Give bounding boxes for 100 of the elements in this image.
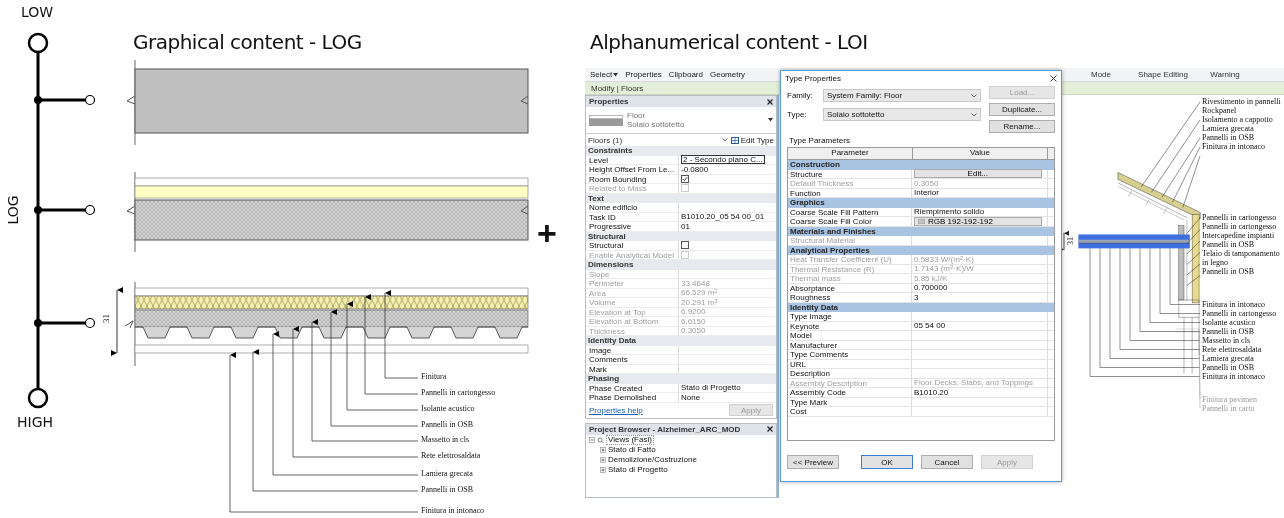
parameter-name: Structure bbox=[788, 169, 912, 178]
property-name: Height Offset From Le... bbox=[586, 165, 679, 174]
low-label: LOW bbox=[21, 4, 54, 20]
property-name: Nome edificio bbox=[586, 203, 679, 212]
field-label: Type: bbox=[787, 110, 808, 119]
dimension-line bbox=[111, 287, 123, 356]
property-name: Structural bbox=[586, 241, 679, 250]
ribbon-panel-label: Mode bbox=[1090, 70, 1112, 79]
expander-icon bbox=[600, 456, 606, 463]
high-label: HIGH bbox=[17, 414, 54, 430]
ribbon-panel-button[interactable]: Select bbox=[590, 70, 619, 79]
column-header[interactable]: Value bbox=[913, 148, 1048, 159]
expander-icon bbox=[600, 446, 606, 453]
parameter-value: 3 bbox=[914, 292, 919, 302]
layer-label: Lamiera grecata bbox=[421, 469, 473, 478]
group-header[interactable]: Text bbox=[586, 193, 776, 203]
parameter-name: Default Thickness bbox=[788, 179, 912, 188]
parameter-name: Assembly Code bbox=[788, 388, 912, 397]
edit-type-button[interactable]: Edit Type bbox=[730, 135, 774, 145]
ribbon-panel-button[interactable]: Clipboard bbox=[668, 70, 703, 79]
ribbon-panel-button[interactable]: Properties bbox=[625, 70, 662, 79]
chevron-icon bbox=[971, 112, 977, 117]
group-header[interactable]: Phasing bbox=[586, 374, 776, 384]
dialog-button[interactable]: OK bbox=[861, 455, 913, 469]
group-header[interactable]: Graphics bbox=[788, 198, 1054, 208]
parameter-name: Assembly Description bbox=[788, 378, 912, 387]
type-dropdown[interactable]: Solaio sottotetto bbox=[823, 108, 981, 121]
layer-label: Pannelli in OSB bbox=[1202, 133, 1255, 142]
layer-label: Pannelli in cartongesso bbox=[1202, 222, 1278, 231]
instance-dropdown[interactable]: Floors (1) bbox=[588, 135, 728, 145]
ribbon-panel-button[interactable]: Geometry bbox=[709, 70, 746, 79]
tree-item[interactable]: Stato di Fatto bbox=[586, 444, 776, 455]
group-header[interactable]: Analytical Properties bbox=[788, 245, 1054, 255]
layer-label: Pannelli in OSB bbox=[1202, 240, 1255, 249]
help-link[interactable]: Properties help bbox=[589, 405, 643, 415]
property-value: 6.6150 bbox=[681, 316, 706, 326]
group-header[interactable]: Dimensions bbox=[586, 260, 776, 270]
property-name: Thickness bbox=[586, 326, 679, 335]
group-header[interactable]: Identity Data bbox=[586, 336, 776, 346]
type-subname: Solaio sottotetto bbox=[627, 120, 686, 129]
layer-label: Pannelli in cartongesso bbox=[421, 388, 496, 397]
dialog-button[interactable]: Duplicate... bbox=[989, 103, 1055, 116]
group-header[interactable]: Identity Data bbox=[788, 302, 1054, 312]
close-icon[interactable] bbox=[767, 98, 773, 105]
parameter-value: 0.3050 bbox=[914, 178, 939, 188]
section-label: Type Parameters bbox=[788, 135, 851, 147]
edit-button[interactable]: Edit... bbox=[914, 169, 1042, 179]
layer-label: Pannelli in cartongesso bbox=[1202, 309, 1277, 318]
parameter-value: 0.700000 bbox=[914, 283, 948, 293]
layer-label: Finitura bbox=[421, 372, 447, 381]
dialog-button[interactable]: << Preview bbox=[787, 455, 839, 469]
caret-icon bbox=[768, 118, 773, 122]
layer-label: Finitura pavimen bbox=[1202, 395, 1257, 404]
column-header[interactable]: Parameter bbox=[788, 148, 913, 159]
expander-icon bbox=[589, 436, 595, 443]
group-header[interactable]: Constraints bbox=[586, 146, 776, 156]
checkbox[interactable] bbox=[681, 174, 689, 183]
layer-label: Pannelli in OSB bbox=[1202, 267, 1255, 276]
family-dropdown[interactable]: System Family: Floor bbox=[823, 89, 981, 102]
property-name: Level bbox=[586, 155, 679, 164]
group-header[interactable]: Materials and Finishes bbox=[788, 226, 1054, 236]
group-header[interactable]: Structural bbox=[586, 231, 776, 241]
parameter-name: Structural Material bbox=[788, 236, 912, 245]
chevron-icon bbox=[721, 138, 728, 142]
parameter-name: Coarse Scale Fill Pattern bbox=[788, 207, 912, 216]
close-icon[interactable] bbox=[1050, 75, 1057, 82]
property-value: 6.9200 bbox=[681, 307, 706, 317]
property-name: Task ID bbox=[586, 212, 679, 221]
tree-item[interactable]: Stato di Progetto bbox=[586, 464, 776, 475]
parameter-name: Coarse Scale Fill Color bbox=[788, 217, 912, 226]
panel-title: Project Browser - Alzheimer_ARC_MOD bbox=[589, 424, 741, 434]
tree-item[interactable]: Demolizione/Costruzione bbox=[586, 454, 776, 465]
leader-line bbox=[1186, 217, 1201, 234]
property-value: 33.4648 bbox=[681, 278, 710, 288]
axis-label: LOG bbox=[4, 195, 21, 225]
parameter-value: B1010.20 bbox=[914, 387, 949, 397]
ribbon-panel-label: Warning bbox=[1209, 70, 1241, 79]
dialog-button[interactable]: Rename... bbox=[989, 120, 1055, 133]
property-name: Phase Demolished bbox=[586, 393, 679, 402]
plus-sign: + bbox=[537, 216, 557, 250]
property-name: Perimeter bbox=[586, 279, 679, 288]
property-name: Area bbox=[586, 288, 679, 297]
checkbox[interactable] bbox=[681, 241, 689, 250]
property-value: 66.529 m$^{2}$ bbox=[681, 288, 718, 298]
parameter-name: Manufacturer bbox=[788, 340, 912, 349]
field-label: Family: bbox=[787, 91, 814, 100]
layer-label: Lamiera grecata bbox=[1202, 124, 1255, 133]
parameter-value: Riempimento solido bbox=[914, 207, 985, 217]
parameter-value: 0.5833 W/(m$^{2}$·K) bbox=[914, 254, 974, 264]
value-field[interactable]: 2 - Secondo piano C... bbox=[681, 155, 765, 165]
type-selector[interactable]: Floor Solaio sottotetto bbox=[586, 107, 776, 134]
parameter-name: Description bbox=[788, 369, 912, 378]
dialog-button[interactable]: Cancel bbox=[921, 455, 973, 469]
color-button[interactable]: RGB 192-192-192 bbox=[914, 216, 1042, 226]
close-icon[interactable] bbox=[767, 426, 773, 432]
group-header[interactable]: Construction bbox=[788, 160, 1054, 170]
caret-icon bbox=[613, 72, 619, 77]
layer-label: Rivestimento in pannelli Rockpanel bbox=[1202, 97, 1282, 115]
tree-item[interactable]: Views (Fasi) bbox=[586, 434, 776, 445]
context-tab[interactable]: Modify | Floors bbox=[591, 83, 644, 93]
